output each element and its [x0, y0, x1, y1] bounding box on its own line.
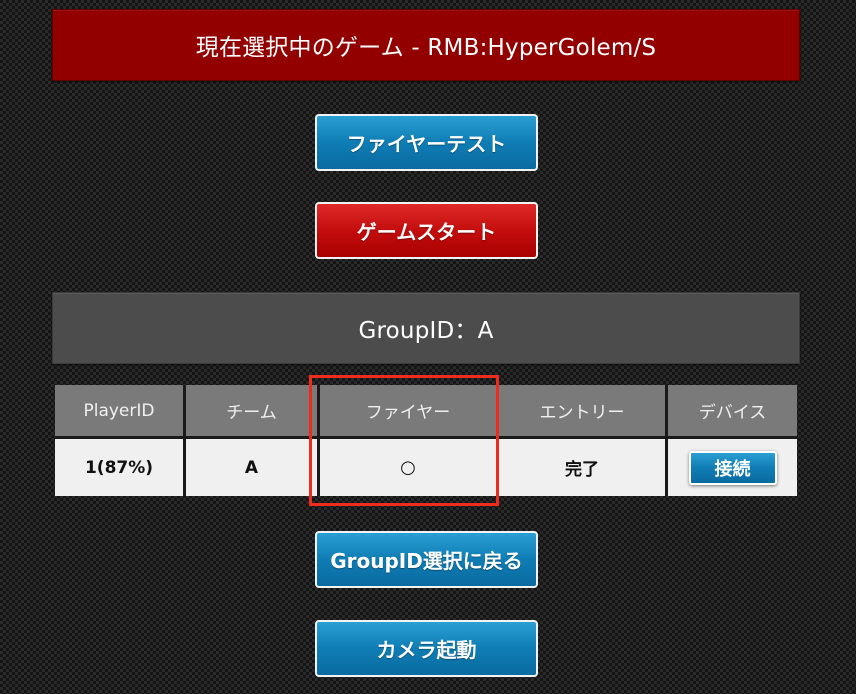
cell-fire: ○	[320, 439, 499, 496]
player-table: PlayerID チーム ファイヤー エントリー デバイス 1(87%) A ○…	[55, 385, 797, 496]
cell-entry: 完了	[499, 439, 668, 496]
header-entry: エントリー	[499, 385, 668, 439]
header-fire: ファイヤー	[320, 385, 499, 439]
header-team: チーム	[186, 385, 320, 439]
table-header-row: PlayerID チーム ファイヤー エントリー デバイス	[55, 385, 797, 439]
game-title-text: 現在選択中のゲーム - RMB:HyperGolem/S	[195, 35, 657, 61]
game-start-button[interactable]: ゲームスタート	[315, 202, 538, 259]
cell-player-id: 1(87%)	[55, 439, 186, 496]
fire-status-circle-icon: ○	[400, 457, 416, 478]
table-row: 1(87%) A ○ 完了 接続	[55, 439, 797, 496]
group-id-banner: GroupID：A	[52, 292, 800, 364]
game-title-banner: 現在選択中のゲーム - RMB:HyperGolem/S	[52, 9, 800, 81]
header-player-id: PlayerID	[55, 385, 186, 439]
group-id-text: GroupID：A	[358, 318, 494, 344]
fire-test-button[interactable]: ファイヤーテスト	[315, 114, 538, 171]
camera-start-button[interactable]: カメラ起動	[315, 620, 538, 677]
back-to-groupid-button[interactable]: GroupID選択に戻る	[315, 531, 538, 588]
header-device: デバイス	[668, 385, 797, 439]
connect-device-button[interactable]: 接続	[688, 450, 777, 485]
cell-team: A	[186, 439, 320, 496]
cell-device: 接続	[668, 439, 797, 496]
